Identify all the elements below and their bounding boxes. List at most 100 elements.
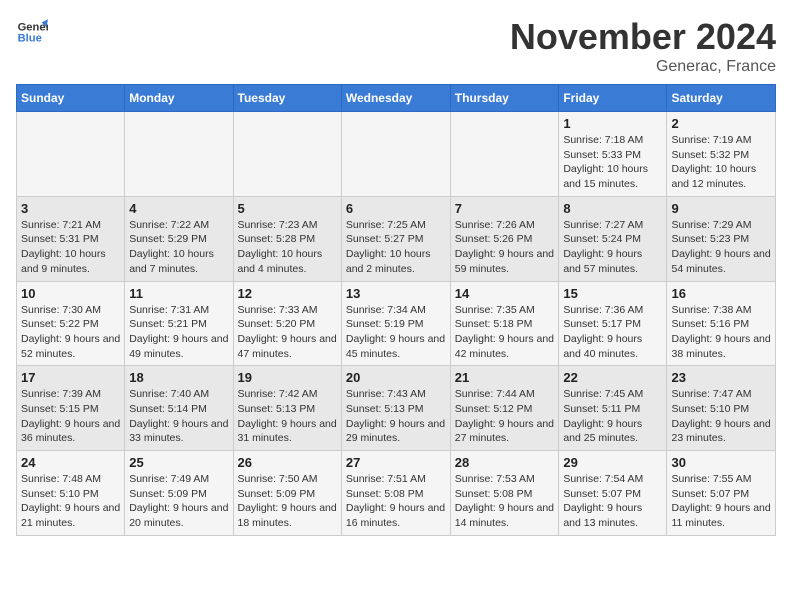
- day-number: 26: [238, 455, 337, 470]
- table-row: 19 Sunrise: 7:42 AM Sunset: 5:13 PM Dayli…: [233, 366, 341, 451]
- table-row: 29 Sunrise: 7:54 AM Sunset: 5:07 PM Dayli…: [559, 451, 667, 536]
- day-info: Sunrise: 7:44 AM Sunset: 5:12 PM Dayligh…: [455, 387, 555, 446]
- day-info: Sunrise: 7:29 AM Sunset: 5:23 PM Dayligh…: [671, 218, 771, 277]
- title-area: November 2024 Generac, France: [510, 16, 776, 76]
- col-monday: Monday: [125, 85, 233, 112]
- calendar-week-row: 1 Sunrise: 7:18 AM Sunset: 5:33 PM Daylig…: [17, 112, 776, 197]
- table-row: 4Sunrise: 7:22 AM Sunset: 5:29 PM Daylig…: [125, 196, 233, 281]
- calendar-title: November 2024: [510, 16, 776, 58]
- day-info: Sunrise: 7:54 AM Sunset: 5:07 PM Dayligh…: [563, 472, 662, 531]
- day-info: Sunrise: 7:42 AM Sunset: 5:13 PM Dayligh…: [238, 387, 337, 446]
- day-info: Sunrise: 7:49 AM Sunset: 5:09 PM Dayligh…: [129, 472, 228, 531]
- day-number: 18: [129, 370, 228, 385]
- header: General Blue November 2024 Generac, Fran…: [16, 16, 776, 76]
- calendar-week-row: 24Sunrise: 7:48 AM Sunset: 5:10 PM Dayli…: [17, 451, 776, 536]
- col-wednesday: Wednesday: [341, 85, 450, 112]
- table-row: 27 Sunrise: 7:51 AM Sunset: 5:08 PM Dayli…: [341, 451, 450, 536]
- calendar-table: Sunday Monday Tuesday Wednesday Thursday…: [16, 84, 776, 536]
- table-row: 20 Sunrise: 7:43 AM Sunset: 5:13 PM Dayli…: [341, 366, 450, 451]
- day-number: 23: [671, 370, 771, 385]
- table-row: [125, 112, 233, 197]
- day-number: 3: [21, 201, 120, 216]
- table-row: 8Sunrise: 7:27 AM Sunset: 5:24 PM Daylig…: [559, 196, 667, 281]
- day-number: 6: [346, 201, 446, 216]
- table-row: 2 Sunrise: 7:19 AM Sunset: 5:32 PM Daylig…: [667, 112, 776, 197]
- calendar-subtitle: Generac, France: [510, 58, 776, 76]
- table-row: 14 Sunrise: 7:35 AM Sunset: 5:18 PM Dayli…: [450, 281, 559, 366]
- day-info: Sunrise: 7:33 AM Sunset: 5:20 PM Dayligh…: [238, 303, 337, 362]
- day-number: 29: [563, 455, 662, 470]
- day-number: 27: [346, 455, 446, 470]
- table-row: 28 Sunrise: 7:53 AM Sunset: 5:08 PM Dayli…: [450, 451, 559, 536]
- day-number: 21: [455, 370, 555, 385]
- table-row: 13 Sunrise: 7:34 AM Sunset: 5:19 PM Dayli…: [341, 281, 450, 366]
- day-info: Sunrise: 7:21 AM Sunset: 5:31 PM Dayligh…: [21, 218, 120, 277]
- day-info: Sunrise: 7:19 AM Sunset: 5:32 PM Dayligh…: [671, 133, 771, 192]
- table-row: 30 Sunrise: 7:55 AM Sunset: 5:07 PM Dayli…: [667, 451, 776, 536]
- day-number: 13: [346, 286, 446, 301]
- day-info: Sunrise: 7:55 AM Sunset: 5:07 PM Dayligh…: [671, 472, 771, 531]
- day-info: Sunrise: 7:53 AM Sunset: 5:08 PM Dayligh…: [455, 472, 555, 531]
- col-thursday: Thursday: [450, 85, 559, 112]
- day-number: 17: [21, 370, 120, 385]
- table-row: 3 Sunrise: 7:21 AM Sunset: 5:31 PM Daylig…: [17, 196, 125, 281]
- day-info: Sunrise: 7:25 AM Sunset: 5:27 PM Dayligh…: [346, 218, 446, 277]
- day-info: Sunrise: 7:47 AM Sunset: 5:10 PM Dayligh…: [671, 387, 771, 446]
- day-number: 14: [455, 286, 555, 301]
- day-info: Sunrise: 7:48 AM Sunset: 5:10 PM Dayligh…: [21, 472, 120, 531]
- day-number: 11: [129, 286, 228, 301]
- table-row: 26 Sunrise: 7:50 AM Sunset: 5:09 PM Dayli…: [233, 451, 341, 536]
- day-number: 20: [346, 370, 446, 385]
- table-row: 15 Sunrise: 7:36 AM Sunset: 5:17 PM Dayli…: [559, 281, 667, 366]
- day-info: Sunrise: 7:51 AM Sunset: 5:08 PM Dayligh…: [346, 472, 446, 531]
- day-info: Sunrise: 7:39 AM Sunset: 5:15 PM Dayligh…: [21, 387, 120, 446]
- day-number: 10: [21, 286, 120, 301]
- table-row: 22Sunrise: 7:45 AM Sunset: 5:11 PM Dayli…: [559, 366, 667, 451]
- table-row: 24Sunrise: 7:48 AM Sunset: 5:10 PM Dayli…: [17, 451, 125, 536]
- calendar-week-row: 17 Sunrise: 7:39 AM Sunset: 5:15 PM Dayli…: [17, 366, 776, 451]
- col-friday: Friday: [559, 85, 667, 112]
- calendar-week-row: 10 Sunrise: 7:30 AM Sunset: 5:22 PM Dayli…: [17, 281, 776, 366]
- col-sunday: Sunday: [17, 85, 125, 112]
- day-number: 12: [238, 286, 337, 301]
- day-info: Sunrise: 7:34 AM Sunset: 5:19 PM Dayligh…: [346, 303, 446, 362]
- logo-icon: General Blue: [16, 16, 48, 48]
- day-number: 7: [455, 201, 555, 216]
- day-info: Sunrise: 7:43 AM Sunset: 5:13 PM Dayligh…: [346, 387, 446, 446]
- day-info: Sunrise: 7:50 AM Sunset: 5:09 PM Dayligh…: [238, 472, 337, 531]
- table-row: [17, 112, 125, 197]
- table-row: [233, 112, 341, 197]
- col-saturday: Saturday: [667, 85, 776, 112]
- day-info: Sunrise: 7:26 AM Sunset: 5:26 PM Dayligh…: [455, 218, 555, 277]
- table-row: 11 Sunrise: 7:31 AM Sunset: 5:21 PM Dayli…: [125, 281, 233, 366]
- day-number: 30: [671, 455, 771, 470]
- table-row: 7 Sunrise: 7:26 AM Sunset: 5:26 PM Daylig…: [450, 196, 559, 281]
- day-number: 19: [238, 370, 337, 385]
- table-row: 17 Sunrise: 7:39 AM Sunset: 5:15 PM Dayli…: [17, 366, 125, 451]
- day-info: Sunrise: 7:27 AM Sunset: 5:24 PM Dayligh…: [563, 218, 662, 277]
- svg-text:Blue: Blue: [18, 33, 42, 45]
- day-info: Sunrise: 7:36 AM Sunset: 5:17 PM Dayligh…: [563, 303, 662, 362]
- calendar-header-row: Sunday Monday Tuesday Wednesday Thursday…: [17, 85, 776, 112]
- day-number: 25: [129, 455, 228, 470]
- table-row: 1 Sunrise: 7:18 AM Sunset: 5:33 PM Daylig…: [559, 112, 667, 197]
- day-info: Sunrise: 7:45 AM Sunset: 5:11 PM Dayligh…: [563, 387, 662, 446]
- table-row: 5 Sunrise: 7:23 AM Sunset: 5:28 PM Daylig…: [233, 196, 341, 281]
- col-tuesday: Tuesday: [233, 85, 341, 112]
- day-info: Sunrise: 7:23 AM Sunset: 5:28 PM Dayligh…: [238, 218, 337, 277]
- table-row: 18 Sunrise: 7:40 AM Sunset: 5:14 PM Dayli…: [125, 366, 233, 451]
- logo: General Blue: [16, 16, 48, 48]
- day-number: 5: [238, 201, 337, 216]
- day-info: Sunrise: 7:30 AM Sunset: 5:22 PM Dayligh…: [21, 303, 120, 362]
- day-number: 15: [563, 286, 662, 301]
- table-row: 16Sunrise: 7:38 AM Sunset: 5:16 PM Dayli…: [667, 281, 776, 366]
- day-number: 4: [129, 201, 228, 216]
- day-number: 2: [671, 116, 771, 131]
- day-info: Sunrise: 7:40 AM Sunset: 5:14 PM Dayligh…: [129, 387, 228, 446]
- day-number: 1: [563, 116, 662, 131]
- day-info: Sunrise: 7:18 AM Sunset: 5:33 PM Dayligh…: [563, 133, 662, 192]
- day-info: Sunrise: 7:35 AM Sunset: 5:18 PM Dayligh…: [455, 303, 555, 362]
- table-row: 21 Sunrise: 7:44 AM Sunset: 5:12 PM Dayli…: [450, 366, 559, 451]
- day-number: 28: [455, 455, 555, 470]
- day-info: Sunrise: 7:31 AM Sunset: 5:21 PM Dayligh…: [129, 303, 228, 362]
